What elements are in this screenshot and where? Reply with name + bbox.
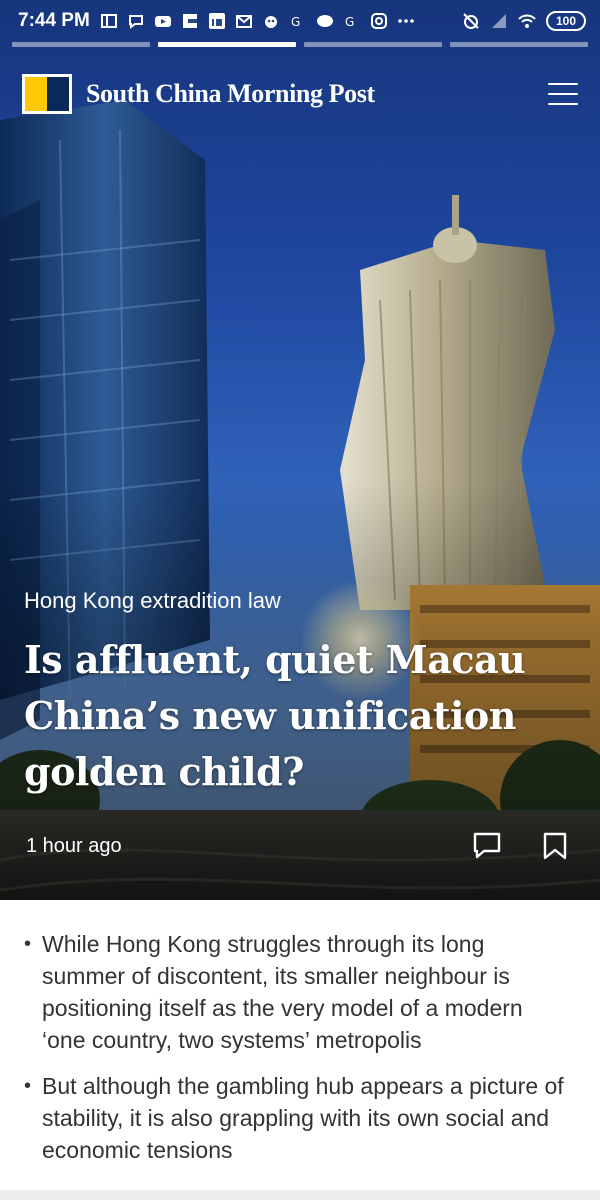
article-headline[interactable]: Is affluent, quiet Macau China’s new uni… xyxy=(24,632,564,800)
bullet-icon: • xyxy=(24,1075,32,1097)
alarm-off-icon xyxy=(462,12,480,30)
hamburger-menu-icon[interactable] xyxy=(548,83,578,105)
wifi-icon xyxy=(518,12,536,30)
bookmark-icon[interactable] xyxy=(540,831,570,861)
hero-image: 7:44 PM G G 100 South China Morning Post… xyxy=(0,0,600,900)
summary-bullet: • But although the gambling hub appears … xyxy=(24,1070,572,1166)
article-meta: 1 hour ago xyxy=(26,830,570,862)
story-progress-segment xyxy=(450,42,588,47)
youtube-icon xyxy=(154,12,172,30)
mail-icon xyxy=(235,12,253,30)
status-time: 7:44 PM xyxy=(18,10,90,31)
chat-icon xyxy=(127,12,145,30)
article-summary: • While Hong Kong struggles through its … xyxy=(0,900,600,1190)
notification-icons: G G xyxy=(100,12,415,30)
story-progress-segment-active xyxy=(158,42,296,47)
bullet-icon: • xyxy=(24,933,32,955)
app-header: South China Morning Post xyxy=(22,74,578,114)
svg-text:G: G xyxy=(345,15,354,29)
app-icon: G xyxy=(343,12,361,30)
system-icons: 100 xyxy=(462,11,586,31)
summary-bullet-text: But although the gambling hub appears a … xyxy=(42,1073,564,1163)
story-progress-segment xyxy=(12,42,150,47)
story-progress xyxy=(12,42,588,47)
signal-icon xyxy=(490,12,508,30)
logo-text[interactable]: South China Morning Post xyxy=(86,79,375,109)
svg-text:G: G xyxy=(291,15,300,29)
bird-icon xyxy=(262,12,280,30)
scmp-logo-icon[interactable] xyxy=(22,74,72,114)
article-topic[interactable]: Hong Kong extradition law xyxy=(24,588,281,614)
linkedin-icon xyxy=(208,12,226,30)
instagram-icon xyxy=(370,12,388,30)
more-dots-icon xyxy=(397,12,415,30)
comment-icon[interactable] xyxy=(472,831,502,861)
summary-bullet: • While Hong Kong struggles through its … xyxy=(24,928,572,1056)
summary-bullet-text: While Hong Kong struggles through its lo… xyxy=(42,931,523,1053)
status-bar: 7:44 PM G G 100 xyxy=(0,0,600,42)
story-progress-segment xyxy=(304,42,442,47)
bottom-divider xyxy=(0,1190,600,1200)
battery-indicator: 100 xyxy=(546,11,586,31)
app-icon: G xyxy=(289,12,307,30)
article-timestamp: 1 hour ago xyxy=(26,834,122,857)
subscript-icon xyxy=(100,12,118,30)
news-icon xyxy=(316,12,334,30)
flipboard-icon xyxy=(181,12,199,30)
